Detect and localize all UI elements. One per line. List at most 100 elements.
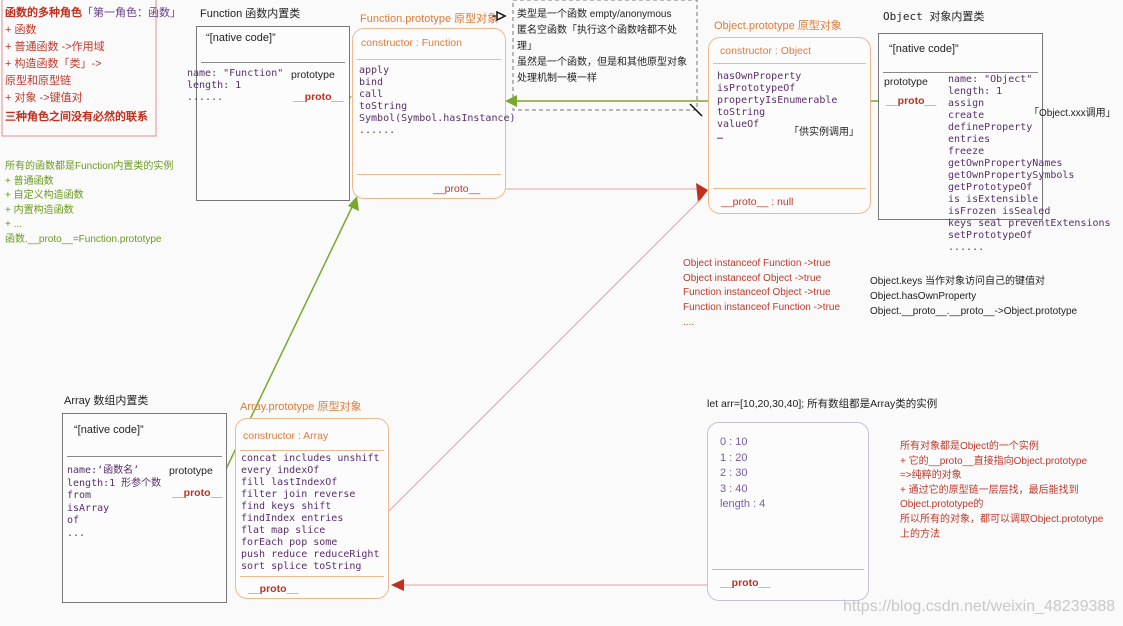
instanceof-note: Object instanceof Function ->true Object … xyxy=(683,257,840,331)
static-prop: isArray xyxy=(67,502,110,514)
keys-note: Object.keys 当作对象访问自己的键值对 Object.hasOwnPro… xyxy=(870,275,1077,319)
proto-label: __proto__ xyxy=(172,487,223,499)
roles-note: 函数的多种角色「第一角色：函数」 + 函数 + 普通函数 ->作用域 + 构造函… xyxy=(5,5,181,126)
instanceof-line: .... xyxy=(683,316,695,328)
static-prop: name:‘函数名’ xyxy=(67,465,140,476)
static-prop: entries xyxy=(948,134,991,145)
static-prop: setPrototypeOf xyxy=(948,230,1033,241)
method-row: sort splice toString xyxy=(241,561,362,572)
static-prop: is isExtensible xyxy=(948,194,1039,205)
functions-note-line: + ... xyxy=(5,219,22,231)
functions-note: 所有的函数都是Function内置类的实例 + 普通函数 + 自定义构造函数 + 内置… xyxy=(5,160,173,248)
static-prop: ...... xyxy=(948,242,985,253)
object-note-line: Object.prototype的 xyxy=(900,499,984,511)
object-note-line: 上的方法 xyxy=(900,528,940,540)
prototype-label: prototype xyxy=(884,76,928,88)
functions-note-line: + 普通函数 xyxy=(5,175,54,187)
watermark: https://blog.csdn.net/weixin_48239388 xyxy=(843,598,1116,615)
array-prototype-box: constructor : Array concat includes unsh… xyxy=(235,418,389,599)
proto-label: __proto__ xyxy=(886,95,937,107)
object-note-line: =>纯粹的对象 xyxy=(900,470,962,482)
static-prop: defineProperty xyxy=(948,122,1033,133)
static-prop: ...... xyxy=(187,92,224,103)
static-prop: freeze xyxy=(948,146,985,157)
proto-label: __proto__ xyxy=(720,577,771,589)
static-prop: ... xyxy=(67,527,86,539)
method-row: fill lastIndexOf xyxy=(241,477,338,488)
method-item: Symbol(Symbol.hasInstance) xyxy=(359,113,516,124)
method-row: every indexOf xyxy=(241,465,320,476)
proto-label: __proto__ xyxy=(293,91,344,103)
arr-instance-title: let arr=[10,20,30,40]; 所有数组都是Array类的实例 xyxy=(707,398,938,410)
proto-null-label: __proto__ : null xyxy=(721,196,794,208)
constructor-label: constructor : Function xyxy=(361,37,462,49)
roles-title: 函数的多种角色 xyxy=(5,7,82,19)
object-prototype-box: constructor : Object hasOwnProperty isPro… xyxy=(708,37,871,214)
object-class-props: name: "Object" length: 1 assign create defin… xyxy=(948,74,1111,254)
roles-conclusion: 三种角色之间没有必然的联系 xyxy=(5,111,148,123)
static-prop: getOwnPropertySymbols xyxy=(948,170,1075,181)
instanceof-line: Object instanceof Object ->true xyxy=(683,272,822,284)
array-class-title: Array 数组内置类 xyxy=(64,395,149,407)
object-note-line: + 它的__proto__直接指向Object.prototype xyxy=(900,455,1088,467)
array-item: 0 : 10 xyxy=(720,436,748,448)
prototype-label: prototype xyxy=(291,69,335,81)
static-prop: keys seal preventExtensions xyxy=(948,218,1111,229)
object-class-title: Object 对象内置类 xyxy=(883,10,985,23)
native-code: “[native code]” xyxy=(889,43,959,55)
static-prop: name: "Object" xyxy=(948,74,1033,85)
array-class-props: name:‘函数名’ length:1 形参个数 from isArray of... xyxy=(67,465,161,540)
roles-line: + 构造函数「类」-> xyxy=(5,58,102,70)
constructor-label: constructor : Object xyxy=(720,45,812,57)
keys-note-line: Object.__proto__.__proto__->Object.proto… xyxy=(870,305,1078,317)
constructor-label: constructor : Array xyxy=(243,430,329,442)
roles-title-suffix: 「第一角色：函数」 xyxy=(82,7,181,19)
method-row: find keys shift xyxy=(241,501,332,512)
array-item: 3 : 40 xyxy=(720,482,748,495)
object-note-line: 所以所有的对象，都可以调取Object.prototype xyxy=(900,513,1104,525)
method-row: findIndex entries xyxy=(241,513,344,524)
anonymous-note-line: 处理机制一模一样 xyxy=(517,73,597,84)
array-prototype-title: Array.prototype 原型对象 xyxy=(240,401,362,413)
static-prop: isFrozen isSealed xyxy=(948,206,1051,217)
keys-note-line: Object.keys 当作对象访问自己的键值对 xyxy=(870,276,1046,287)
function-prototype-box: constructor : Function apply bind call toSt… xyxy=(352,28,516,199)
function-prototype-title: Function.prototype 原型对象 xyxy=(360,13,499,25)
object-note-line: 所有对象都是Object的一个实例 xyxy=(900,441,1039,452)
static-prop: getOwnPropertyNames xyxy=(948,158,1063,169)
native-code: “[native code]” xyxy=(74,424,144,436)
static-prop: from xyxy=(67,490,92,501)
resize-handle-icon xyxy=(689,103,703,117)
method-row: flat map slice xyxy=(241,525,326,536)
instanceof-line: Function instanceof Function ->true xyxy=(683,302,841,314)
method-item: isPrototypeOf xyxy=(717,83,796,94)
arr-instance-box: 0 : 10 1 : 20 2 : 30 3 : 40 length : 4 __pro… xyxy=(707,422,869,601)
method-item: apply xyxy=(359,65,390,76)
array-item: length : 4 xyxy=(720,498,766,511)
roles-line: + 普通函数 ->作用域 xyxy=(5,41,105,53)
method-item: hasOwnProperty xyxy=(717,71,802,82)
object-note: 所有对象都是Object的一个实例 + 它的__proto__直接指向Objec… xyxy=(900,440,1103,542)
functions-note-line: + 自定义构造函数 xyxy=(5,190,84,202)
method-item: bind xyxy=(359,77,384,88)
object-prototype-title: Object.prototype 原型对象 xyxy=(714,20,842,32)
static-prop: length: 1 xyxy=(187,80,242,91)
array-item: 2 : 30 xyxy=(720,467,748,480)
roles-line: + 对象 ->键值对 xyxy=(5,92,83,104)
arrow-head-icon xyxy=(696,183,708,203)
static-prop: name: "Function" xyxy=(187,68,284,79)
function-class-props: name: "Function" length: 1...... xyxy=(187,68,283,104)
roles-line: + 函数 xyxy=(5,24,37,36)
native-code: “[native code]” xyxy=(206,32,276,44)
arrow-head-icon xyxy=(391,579,404,591)
method-row: forEach pop some xyxy=(241,537,338,548)
functions-note-line: + 内置构造函数 xyxy=(5,204,74,216)
functions-note-line: 函数.__proto__=Function.prototype xyxy=(5,233,162,245)
method-item: ...... xyxy=(359,125,396,136)
object-note-line: + 通过它的原型链一层层找，最后能找到 xyxy=(900,484,1079,496)
method-row: filter join reverse xyxy=(241,489,356,500)
instanceof-line: Function instanceof Object ->true xyxy=(683,287,831,299)
instanceof-line: Object instanceof Function ->true xyxy=(683,258,831,269)
function-class-box: “[native code]” xyxy=(196,26,350,201)
method-row: concat includes unshift xyxy=(241,453,380,464)
